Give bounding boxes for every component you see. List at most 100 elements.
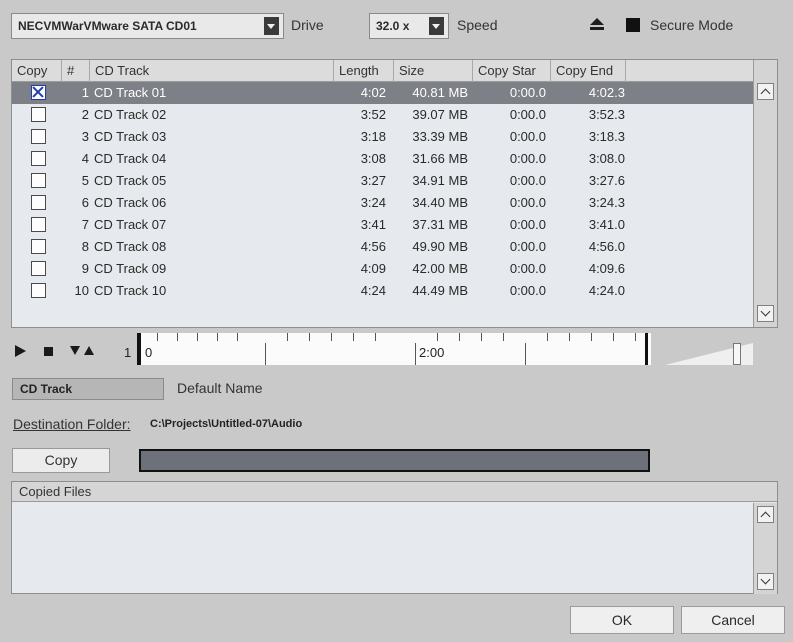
ruler-position-label: 1 <box>124 345 132 360</box>
table-row[interactable]: 8 CD Track 08 4:56 49.90 MB 0:00.0 4:56.… <box>12 236 754 258</box>
track-length: 4:24 <box>360 283 386 298</box>
down-triangle-icon[interactable] <box>70 346 80 355</box>
column-header-number[interactable]: # <box>62 60 90 82</box>
speed-label: Speed <box>457 17 498 33</box>
chevron-up-icon <box>760 88 771 99</box>
copy-button[interactable]: Copy <box>12 448 110 473</box>
track-copy-start: 0:00.0 <box>509 129 546 144</box>
secure-mode-checkbox[interactable] <box>626 18 640 32</box>
column-header-copy[interactable]: Copy <box>12 60 62 82</box>
track-copy-start: 0:00.0 <box>509 195 546 210</box>
table-row[interactable]: 10 CD Track 10 4:24 44.49 MB 0:00.0 4:24… <box>12 280 754 302</box>
track-copy-start: 0:00.0 <box>509 107 546 122</box>
table-row[interactable]: 1 CD Track 01 4:02 40.81 MB 0:00.0 4:02.… <box>12 82 754 104</box>
ok-button[interactable]: OK <box>570 606 674 634</box>
track-length: 3:18 <box>360 129 386 144</box>
table-row[interactable]: 9 CD Track 09 4:09 42.00 MB 0:00.0 4:09.… <box>12 258 754 280</box>
stop-icon[interactable] <box>44 347 53 356</box>
track-copy-end: 3:41.0 <box>588 217 625 232</box>
drive-label: Drive <box>291 17 324 33</box>
ruler-mid-label: 2:00 <box>419 345 445 360</box>
table-row[interactable]: 4 CD Track 04 3:08 31.66 MB 0:00.0 3:08.… <box>12 148 754 170</box>
zoom-slider[interactable] <box>665 343 757 365</box>
track-length: 3:41 <box>360 217 386 232</box>
up-triangle-icon[interactable] <box>84 346 94 355</box>
table-row[interactable]: 6 CD Track 06 3:24 34.40 MB 0:00.0 3:24.… <box>12 192 754 214</box>
track-name: CD Track 03 <box>94 129 167 144</box>
default-name-label: Default Name <box>177 380 263 396</box>
scroll-up-button[interactable] <box>757 506 774 523</box>
cancel-button[interactable]: Cancel <box>681 606 785 634</box>
track-copy-end: 3:24.3 <box>588 195 625 210</box>
track-copy-start: 0:00.0 <box>509 173 546 188</box>
track-size: 33.39 MB <box>412 129 468 144</box>
copy-checkbox[interactable] <box>31 261 46 276</box>
copied-files-list[interactable]: Copied Files <box>11 481 778 594</box>
scroll-down-button[interactable] <box>757 573 774 590</box>
track-number: 5 <box>81 173 89 188</box>
copy-checkbox[interactable] <box>31 239 46 254</box>
scroll-up-button[interactable] <box>757 83 774 100</box>
copy-checkbox[interactable] <box>31 195 46 210</box>
combo-arrow-icon[interactable] <box>264 17 279 35</box>
right-locator-handle[interactable] <box>645 333 648 365</box>
name-field[interactable]: CD Track <box>12 378 164 400</box>
play-icon[interactable] <box>15 345 26 357</box>
track-length: 4:02 <box>360 85 386 100</box>
track-number: 6 <box>81 195 89 210</box>
track-copy-start: 0:00.0 <box>509 217 546 232</box>
track-size: 34.40 MB <box>412 195 468 210</box>
copy-checkbox[interactable] <box>31 151 46 166</box>
track-length: 3:27 <box>360 173 386 188</box>
table-row[interactable]: 7 CD Track 07 3:41 37.31 MB 0:00.0 3:41.… <box>12 214 754 236</box>
track-size: 42.00 MB <box>412 261 468 276</box>
track-copy-end: 3:27.6 <box>588 173 625 188</box>
track-size: 44.49 MB <box>412 283 468 298</box>
track-copy-start: 0:00.0 <box>509 151 546 166</box>
copy-checkbox[interactable] <box>31 217 46 232</box>
left-locator-handle[interactable] <box>137 333 141 365</box>
drive-select[interactable]: NECVMWarVMware SATA CD01 <box>11 13 284 39</box>
column-header-copy-end[interactable]: Copy End <box>551 60 626 82</box>
table-row[interactable]: 3 CD Track 03 3:18 33.39 MB 0:00.0 3:18.… <box>12 126 754 148</box>
copy-checkbox[interactable] <box>31 173 46 188</box>
timeline-ruler[interactable]: 0 2:00 <box>137 333 651 365</box>
eject-icon[interactable] <box>589 18 605 32</box>
copy-checkbox[interactable] <box>31 107 46 122</box>
track-name: CD Track 06 <box>94 195 167 210</box>
track-size: 39.07 MB <box>412 107 468 122</box>
zoom-slider-knob[interactable] <box>733 343 741 365</box>
copy-checkbox[interactable] <box>31 85 46 100</box>
column-header-size[interactable]: Size <box>394 60 473 82</box>
combo-arrow-icon[interactable] <box>429 17 444 35</box>
scroll-down-button[interactable] <box>757 305 774 322</box>
track-name: CD Track 04 <box>94 151 167 166</box>
copied-files-scrollbar[interactable] <box>753 503 777 594</box>
track-number: 2 <box>81 107 89 122</box>
copy-checkbox[interactable] <box>31 129 46 144</box>
column-header-length[interactable]: Length <box>334 60 394 82</box>
speed-select[interactable]: 32.0 x <box>369 13 449 39</box>
ruler-start-tick-label: 0 <box>145 345 153 360</box>
track-copy-start: 0:00.0 <box>509 239 546 254</box>
track-list[interactable]: Copy # CD Track Length Size Copy Star Co… <box>11 59 778 328</box>
track-copy-end: 4:24.0 <box>588 283 625 298</box>
drive-select-value: NECVMWarVMware SATA CD01 <box>18 19 197 33</box>
column-header-cd-track[interactable]: CD Track <box>90 60 334 82</box>
track-copy-end: 3:52.3 <box>588 107 625 122</box>
destination-folder-link[interactable]: Destination Folder: <box>13 416 131 432</box>
column-header-copy-start[interactable]: Copy Star <box>473 60 551 82</box>
track-size: 49.90 MB <box>412 239 468 254</box>
track-number: 1 <box>81 85 89 100</box>
track-list-scrollbar[interactable] <box>753 60 777 327</box>
track-length: 3:24 <box>360 195 386 210</box>
track-name: CD Track 10 <box>94 283 167 298</box>
chevron-up-icon <box>760 511 771 522</box>
table-row[interactable]: 2 CD Track 02 3:52 39.07 MB 0:00.0 3:52.… <box>12 104 754 126</box>
copy-checkbox[interactable] <box>31 283 46 298</box>
track-copy-end: 3:18.3 <box>588 129 625 144</box>
table-row[interactable]: 5 CD Track 05 3:27 34.91 MB 0:00.0 3:27.… <box>12 170 754 192</box>
track-number: 3 <box>81 129 89 144</box>
track-copy-end: 3:08.0 <box>588 151 625 166</box>
copied-files-header: Copied Files <box>12 482 777 502</box>
